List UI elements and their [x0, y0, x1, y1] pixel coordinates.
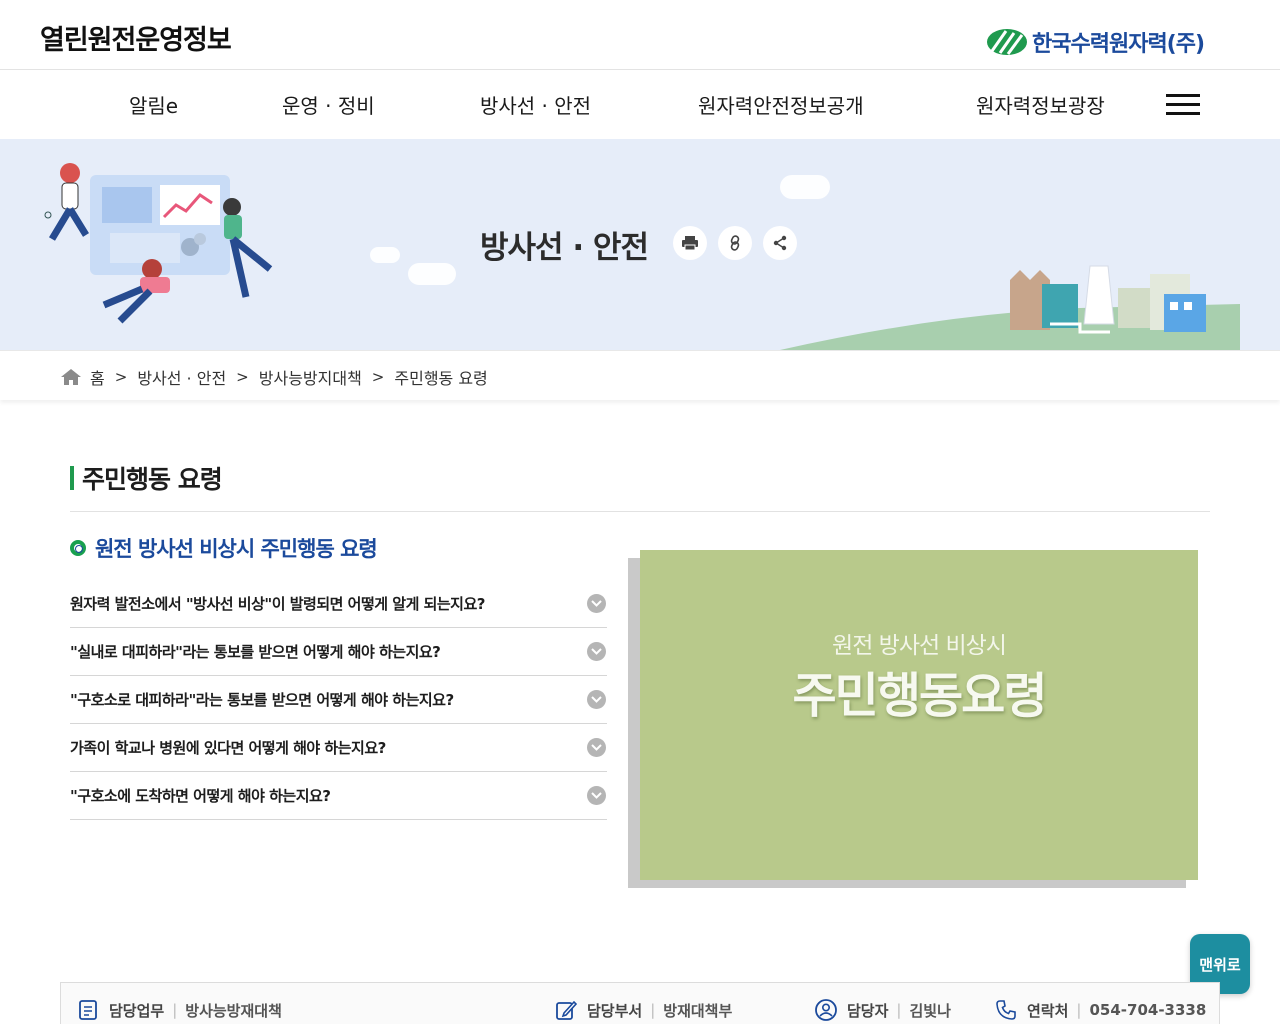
page-info-bar: 담당업무 | 방사능방재대책 담당부서 | 방재대책부 담당자 | 김빛나 연락… [60, 982, 1220, 1024]
info-person-value: 김빛나 [909, 1001, 951, 1020]
resident-action-card: 원전 방사선 비상시 주민행동요령 [640, 550, 1198, 880]
section-title: 원전 방사선 비상시 주민행동 요령 [95, 537, 378, 561]
breadcrumb-current[interactable]: 주민행동 요령 [394, 365, 487, 389]
faq-item[interactable]: 원자력 발전소에서 "방사선 비상"이 발령되면 어떻게 알게 되는지요? [70, 580, 607, 628]
cloud-decoration [370, 247, 400, 263]
faq-item[interactable]: 가족이 학교나 병원에 있다면 어떻게 해야 하는지요? [70, 724, 607, 772]
print-icon [682, 236, 698, 251]
info-duty-value: 방사능방재대책 [185, 1001, 282, 1020]
hamburger-icon[interactable] [1166, 94, 1200, 116]
faq-question: 원자력 발전소에서 "방사선 비상"이 발령되면 어떻게 알게 되는지요? [70, 595, 486, 613]
nav-item-safety-disclosure[interactable]: 원자력안전정보공개 [698, 90, 864, 119]
chevron-down-icon[interactable] [587, 738, 606, 757]
title-accent-bar [70, 466, 74, 490]
page-title-wrap: 주민행동 요령 [70, 460, 223, 496]
divider [70, 511, 1210, 512]
cloud-decoration [780, 175, 830, 199]
chevron-down-icon[interactable] [587, 690, 606, 709]
document-icon [79, 1000, 97, 1020]
card-title: 주민행동요령 [792, 668, 1048, 724]
info-duty-label: 담당업무 [109, 1001, 165, 1020]
share-icon [773, 235, 787, 251]
faq-question: 가족이 학교나 병원에 있다면 어떻게 해야 하는지요? [70, 739, 386, 757]
nav-item-info-plaza[interactable]: 원자력정보광장 [976, 90, 1105, 119]
info-dept-label: 담당부서 [587, 1001, 643, 1020]
separator: | [1076, 1001, 1082, 1019]
info-contact: 연락처 | 054-704-3338 [995, 999, 1206, 1021]
people-illustration [44, 163, 273, 324]
breadcrumb-radiation-safety[interactable]: 방사선 · 안전 [137, 365, 226, 389]
info-contact-label: 연락처 [1027, 1001, 1069, 1020]
chevron-down-icon[interactable] [587, 594, 606, 613]
info-duty: 담당업무 | 방사능방재대책 [77, 999, 282, 1021]
info-dept: 담당부서 | 방재대책부 [555, 999, 732, 1021]
breadcrumb-protection-measures[interactable]: 방사능방지대책 [259, 365, 362, 389]
khnp-logo[interactable]: 한국수력원자력(주) [986, 26, 1205, 58]
nav-item-operation[interactable]: 운영 · 정비 [282, 90, 375, 119]
separator: | [650, 1001, 656, 1019]
info-person: 담당자 | 김빛나 [815, 999, 951, 1021]
faq-item[interactable]: "구호소에 도착하면 어떻게 해야 하는지요? [70, 772, 607, 820]
section-title-wrap: 원전 방사선 비상시 주민행동 요령 [70, 533, 378, 563]
card-subtitle: 원전 방사선 비상시 [832, 633, 1007, 659]
home-icon[interactable] [60, 368, 82, 386]
breadcrumb: 홈 > 방사선 · 안전 > 방사능방지대책 > 주민행동 요령 [0, 350, 1280, 400]
phone-icon [996, 1000, 1016, 1020]
hero-title: 방사선 · 안전 [480, 230, 649, 266]
info-contact-value: 054-704-3338 [1089, 1001, 1207, 1019]
breadcrumb-home[interactable]: 홈 [90, 365, 105, 389]
faq-question: "실내로 대피하라"라는 통보를 받으면 어떻게 해야 하는지요? [70, 643, 441, 661]
chevron-right-icon: > [236, 368, 249, 386]
faq-item[interactable]: "구호소로 대피하라"라는 통보를 받으면 어떻게 해야 하는지요? [70, 676, 607, 724]
link-icon [730, 235, 740, 251]
power-plant-illustration [780, 265, 1240, 350]
site-title[interactable]: 열린원전운영정보 [40, 18, 232, 57]
khnp-logo-icon [987, 29, 1027, 55]
chevron-right-icon: > [371, 368, 385, 386]
top-header: 열린원전운영정보 한국수력원자력(주) [0, 0, 1280, 70]
logo-text: 한국수력원자력(주) [1032, 32, 1205, 57]
copy-link-button[interactable] [718, 226, 752, 260]
faq-question: "구호소로 대피하라"라는 통보를 받으면 어떻게 해야 하는지요? [70, 691, 454, 709]
hero-banner: 방사선 · 안전 [0, 139, 1280, 350]
cloud-decoration [408, 263, 456, 285]
faq-item[interactable]: "실내로 대피하라"라는 통보를 받으면 어떻게 해야 하는지요? [70, 628, 607, 676]
faq-question: "구호소에 도착하면 어떻게 해야 하는지요? [70, 787, 331, 805]
edit-icon [556, 1000, 577, 1020]
separator: | [896, 1001, 902, 1019]
nav-item-radiation-safety[interactable]: 방사선 · 안전 [480, 90, 591, 119]
separator: | [172, 1001, 178, 1019]
info-dept-value: 방재대책부 [663, 1001, 733, 1020]
main-navigation: 알림e 운영 · 정비 방사선 · 안전 원자력안전정보공개 원자력정보광장 [0, 70, 1280, 139]
chevron-right-icon: > [114, 368, 128, 386]
page-title: 주민행동 요령 [82, 465, 223, 494]
nav-item-notice[interactable]: 알림e [129, 90, 178, 119]
bullet-ring-icon [70, 540, 86, 556]
faq-list: 원자력 발전소에서 "방사선 비상"이 발령되면 어떻게 알게 되는지요? "실… [70, 580, 607, 820]
print-button[interactable] [673, 226, 707, 260]
info-person-label: 담당자 [847, 1001, 889, 1020]
chevron-down-icon[interactable] [587, 786, 606, 805]
user-icon [815, 999, 837, 1021]
chevron-down-icon[interactable] [587, 642, 606, 661]
